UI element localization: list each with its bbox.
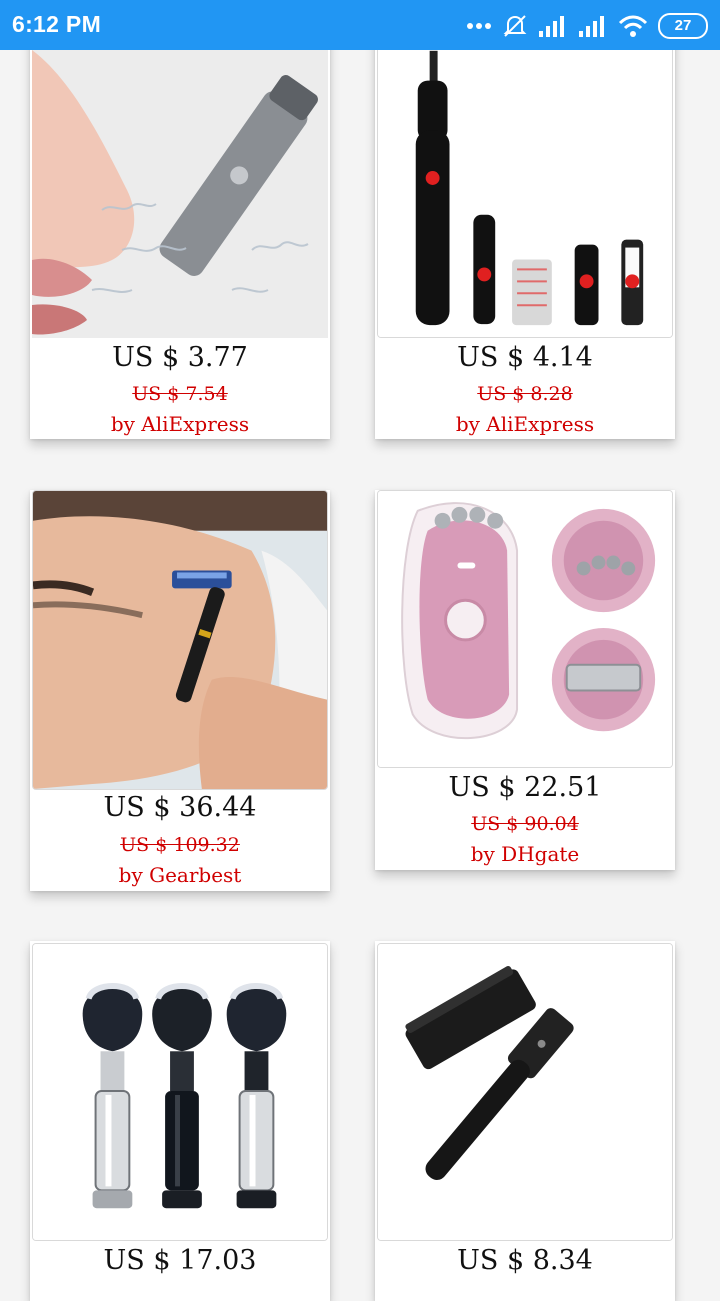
product-price: US $ 8.34 <box>457 1245 593 1276</box>
product-original-price: US $ 109.32 <box>120 834 240 856</box>
signal-2-icon <box>579 16 604 37</box>
product-original-price: US $ 8.28 <box>477 383 573 405</box>
status-bar: 6:12 PM 27 <box>0 0 720 50</box>
status-time: 6:12 PM <box>12 11 102 37</box>
product-image-safety-razor[interactable] <box>377 943 673 1241</box>
product-card[interactable]: US $ 3.77 US $ 7.54 by AliExpress <box>30 20 330 439</box>
product-price: US $ 36.44 <box>103 792 257 823</box>
product-card[interactable]: US $ 17.03 <box>30 941 330 1301</box>
product-price: US $ 4.14 <box>457 342 593 373</box>
product-source[interactable]: by AliExpress <box>375 412 675 436</box>
product-image-nose-trimmer[interactable] <box>32 20 328 338</box>
product-card[interactable]: US $ 36.44 US $ 109.32 by Gearbest <box>30 490 330 891</box>
product-source[interactable]: by DHgate <box>375 842 675 866</box>
product-image-eyebrow-trimmer[interactable] <box>377 20 673 338</box>
product-card[interactable]: US $ 8.34 <box>375 941 675 1301</box>
signal-1-icon <box>539 16 564 37</box>
product-grid: US $ 3.77 US $ 7.54 by AliExpress US $ 4… <box>0 0 720 1301</box>
muted-alarm-icon <box>503 15 527 37</box>
product-original-price: US $ 90.04 <box>471 813 579 835</box>
battery-icon: 27 <box>658 13 708 39</box>
more-dots-icon <box>467 23 491 29</box>
product-image-man-shaving[interactable] <box>32 490 328 790</box>
product-source[interactable]: by Gearbest <box>30 863 330 887</box>
product-image-pink-epilator[interactable] <box>377 490 673 768</box>
product-image-shaving-brushes[interactable] <box>32 943 328 1241</box>
product-price: US $ 17.03 <box>103 1245 257 1276</box>
product-price: US $ 3.77 <box>112 342 248 373</box>
product-original-price: US $ 7.54 <box>132 383 228 405</box>
product-price: US $ 22.51 <box>448 772 602 803</box>
product-card[interactable]: US $ 22.51 US $ 90.04 by DHgate <box>375 490 675 870</box>
status-icons: 27 <box>466 12 708 40</box>
product-source[interactable]: by AliExpress <box>30 412 330 436</box>
wifi-icon <box>618 15 648 37</box>
product-card[interactable]: US $ 4.14 US $ 8.28 by AliExpress <box>375 20 675 439</box>
